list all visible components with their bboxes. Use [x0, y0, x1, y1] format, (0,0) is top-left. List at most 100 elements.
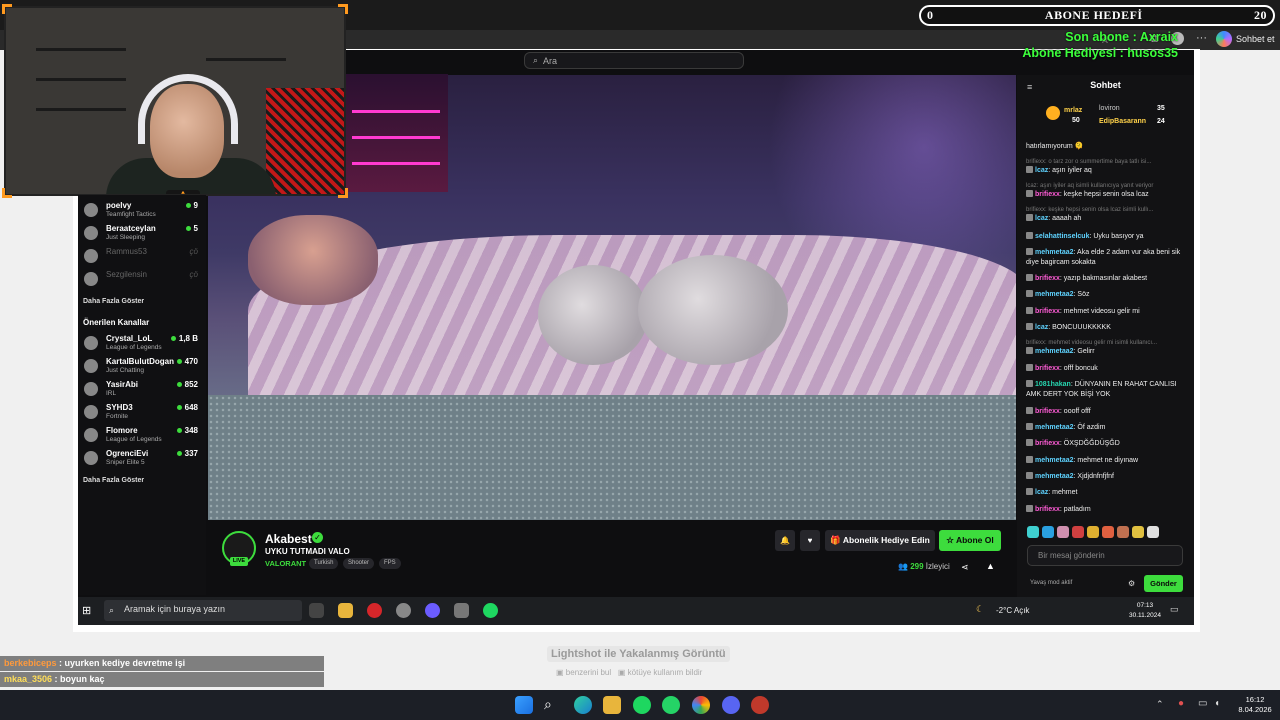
chat-message-input[interactable]: Bir mesaj gönderin — [1027, 545, 1183, 566]
channel-category: League of Legends — [106, 436, 162, 443]
browser-icon[interactable] — [454, 603, 469, 618]
show-more-link[interactable]: Daha Fazla Göster — [83, 477, 144, 484]
chat-message: lcaz: aaaah ah — [1026, 214, 1188, 224]
sidebar-channel-item[interactable]: YasirAbi IRL 852 — [82, 380, 202, 402]
stream-category[interactable]: VALORANT — [265, 559, 306, 568]
volume-icon[interactable]: ◖ — [1214, 698, 1220, 709]
file-explorer-icon[interactable] — [338, 603, 353, 618]
chrome-icon[interactable] — [692, 696, 710, 714]
subscribe-button[interactable]: ☆ Abone Ol — [939, 530, 1001, 551]
streamer-name[interactable]: Akabest — [265, 532, 312, 546]
badge-icon — [1026, 274, 1033, 281]
gift-sub-button[interactable]: 🎁 Abonelik Hediye Edin — [825, 530, 935, 551]
app-icon[interactable] — [751, 696, 769, 714]
sidebar-channel-item[interactable]: Rammus53 çö — [82, 247, 202, 269]
whatsapp-icon[interactable] — [662, 696, 680, 714]
chat-username[interactable]: selahattinselcuk — [1035, 233, 1089, 240]
stream-tag[interactable]: FPS — [379, 558, 401, 569]
viewer-count-text: 470 — [184, 357, 198, 366]
chat-username[interactable]: mehmetaa2 — [1035, 473, 1074, 480]
chat-username[interactable]: mehmetaa2 — [1035, 249, 1074, 256]
network-icon[interactable]: ▭ — [1198, 698, 1207, 709]
gear-icon[interactable]: ⚙ — [1128, 579, 1135, 588]
badge-icon — [1026, 472, 1033, 479]
chat-username[interactable]: mehmetaa2 — [1035, 457, 1074, 464]
chat-username[interactable]: lcaz — [1035, 167, 1048, 174]
tray-chevron-icon[interactable]: ⌃ — [1156, 699, 1164, 710]
find-similar-link[interactable]: benzerini bul — [566, 668, 611, 677]
chat-username[interactable]: lcaz — [1035, 489, 1048, 496]
windows-start-icon[interactable]: ⊞ — [82, 604, 91, 617]
windows-start-icon[interactable] — [515, 696, 533, 714]
more-menu-icon[interactable]: ··· — [1196, 32, 1207, 44]
emote-icon[interactable] — [1057, 526, 1069, 538]
gift-sub-label: Abonelik Hediye Edin — [842, 535, 930, 545]
search-icon[interactable]: ⌕ — [544, 696, 562, 714]
opera-icon[interactable] — [367, 603, 382, 618]
report-icon[interactable]: ▲ — [986, 561, 995, 571]
overlay-chat-line: berkebiceps : uyurken kediye devretme iş… — [0, 656, 324, 671]
chat-username[interactable]: lcaz — [1035, 215, 1048, 222]
badge-icon — [1026, 190, 1033, 197]
chat-text: brifiexx: o tarz zor o summertime baya t… — [1026, 159, 1152, 165]
chat-username[interactable]: 1081hakan — [1035, 381, 1071, 388]
file-explorer-icon[interactable] — [603, 696, 621, 714]
weather-icon: ☾ — [976, 604, 985, 614]
emote-icon[interactable] — [1132, 526, 1144, 538]
emote-icon[interactable] — [1042, 526, 1054, 538]
chat-username[interactable]: brifiexx — [1035, 275, 1060, 282]
chat-username[interactable]: lcaz — [1035, 324, 1048, 331]
sidebar-channel-item[interactable]: SYHD3 Fortnite 648 — [82, 403, 202, 425]
chat-username[interactable]: brifiexx — [1035, 191, 1060, 198]
inner-taskbar-search[interactable]: Aramak için buraya yazın — [104, 600, 302, 621]
sidebar-channel-item[interactable]: KartalBulutDogan Just Chatting 470 — [82, 357, 202, 379]
sidebar-channel-item[interactable]: OgrenciEvi Sniper Elite 5 337 — [82, 449, 202, 471]
sidebar-channel-item[interactable]: Flomore League of Legends 348 — [82, 426, 202, 448]
chat-message: mehmetaa2: Söz — [1026, 290, 1188, 300]
notification-bell-button[interactable]: 🔔 — [775, 530, 795, 551]
microphone-icon[interactable]: ● — [1178, 698, 1184, 709]
task-view-icon[interactable] — [309, 603, 324, 618]
sidebar-channel-item[interactable]: Crystal_LoL League of Legends 1,8 B — [82, 334, 202, 356]
os-clock[interactable]: 16:12 8.04.2026 — [1233, 695, 1277, 715]
follow-heart-button[interactable]: ♥ — [800, 530, 820, 551]
chat-username[interactable]: mehmetaa2 — [1035, 348, 1074, 355]
chat-username[interactable]: brifiexx — [1035, 308, 1060, 315]
show-more-link[interactable]: Daha Fazla Göster — [83, 298, 144, 305]
site-search-input[interactable]: ⌕ Ara — [524, 52, 744, 69]
chat-username[interactable]: mehmetaa2 — [1035, 424, 1074, 431]
sidebar-channel-item[interactable]: Beraatceylan Just Sleeping 5 — [82, 224, 202, 246]
webcam-overlay: A — [4, 6, 346, 196]
edge-icon[interactable] — [574, 696, 592, 714]
send-button[interactable]: Gönder — [1144, 575, 1183, 592]
discord-icon[interactable] — [425, 603, 440, 618]
spotify-icon[interactable] — [633, 696, 651, 714]
sidebar-channel-item[interactable]: poelvy Teamfight Tactics 9 — [82, 201, 202, 223]
viewer-number: 299 — [910, 562, 924, 571]
chat-username[interactable]: brifiexx — [1035, 440, 1060, 447]
report-abuse-link[interactable]: kötüye kullanım bildir — [628, 668, 703, 677]
emote-icon[interactable] — [1087, 526, 1099, 538]
chat-username[interactable]: mehmetaa2 — [1035, 291, 1074, 298]
notification-icon[interactable]: ▭ — [1170, 604, 1179, 615]
chat-username[interactable]: brifiexx — [1035, 365, 1060, 372]
share-icon[interactable]: ⋖ — [961, 562, 969, 573]
chat-message: lcaz: BONCUUUKKKKK — [1026, 323, 1188, 333]
chat-username[interactable]: brifiexx — [1035, 408, 1060, 415]
emote-icon[interactable] — [1027, 526, 1039, 538]
slow-mode-status: Yavaş mod aktif — [1030, 580, 1073, 586]
emote-icon[interactable] — [1147, 526, 1159, 538]
stream-tag[interactable]: Turkish — [309, 558, 339, 569]
search-icon: ⌕ — [109, 605, 115, 615]
sidebar-channel-item[interactable]: Sezgilensin çö — [82, 270, 202, 292]
spotify-icon[interactable] — [483, 603, 498, 618]
chat-text: lcaz: aşırı iyiler aq isimli kullanıcıya… — [1026, 183, 1154, 189]
emote-icon[interactable] — [1102, 526, 1114, 538]
emote-icon[interactable] — [1117, 526, 1129, 538]
stream-tag[interactable]: Shooter — [343, 558, 375, 569]
chat-username[interactable]: brifiexx — [1035, 506, 1060, 513]
app-icon[interactable] — [396, 603, 411, 618]
copilot-chat-button[interactable]: Sohbet et — [1216, 31, 1275, 47]
emote-icon[interactable] — [1072, 526, 1084, 538]
discord-icon[interactable] — [722, 696, 740, 714]
